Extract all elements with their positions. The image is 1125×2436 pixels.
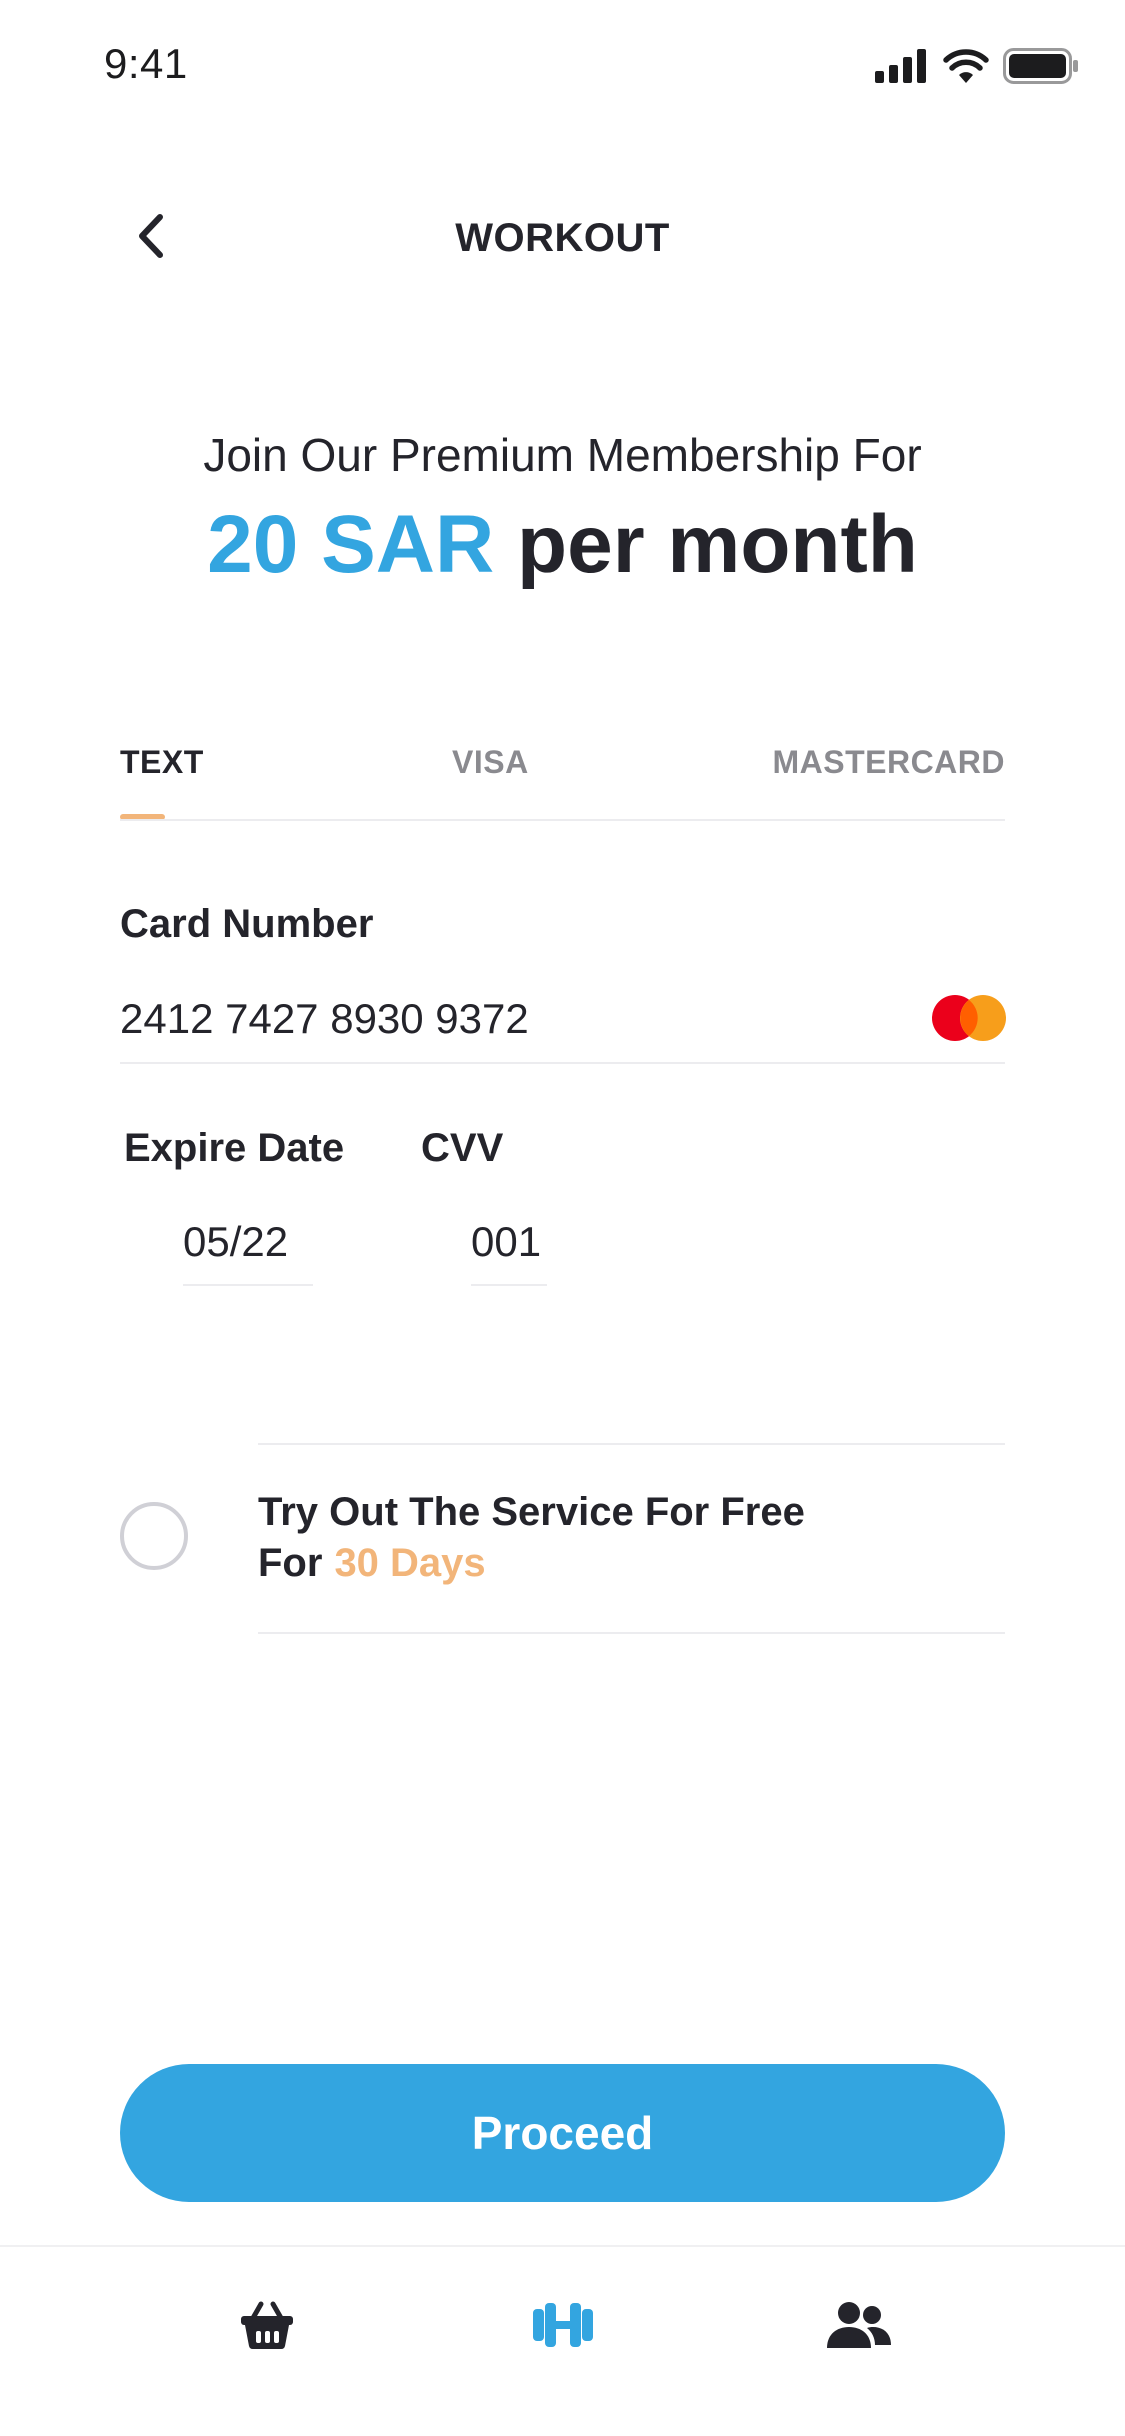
cvv-label: CVV [421, 1126, 504, 1170]
expire-date-field[interactable]: 05/22 [183, 1218, 313, 1266]
nav-item-shop[interactable] [227, 2290, 307, 2360]
bottom-nav-divider [0, 2245, 1125, 2247]
cvv-field[interactable]: 001 [471, 1218, 547, 1266]
tabs-divider [120, 819, 1005, 821]
nav-item-community[interactable] [818, 2290, 898, 2360]
tab-text[interactable]: TEXT [120, 744, 204, 781]
dumbbell-icon [533, 2303, 593, 2347]
trial-prefix: For [258, 1541, 323, 1585]
status-time: 9:41 [104, 40, 188, 87]
trial-bottom-divider [258, 1632, 1005, 1634]
price-amount: 20 SAR [207, 499, 495, 590]
cvv-underline [471, 1284, 547, 1286]
trial-text-line1: Try Out The Service For Free [258, 1490, 805, 1534]
page-title: WORKOUT [455, 216, 670, 260]
cellular-signal-icon [875, 49, 926, 83]
membership-intro: Join Our Premium Membership For [203, 429, 922, 481]
expire-date-label: Expire Date [124, 1126, 345, 1170]
mastercard-logo-icon [932, 995, 1006, 1041]
proceed-button[interactable]: Proceed [120, 2064, 1005, 2202]
payment-method-tabs: TEXT VISA MASTERCARD [120, 744, 1005, 822]
nav-item-workout[interactable] [523, 2290, 603, 2360]
users-icon [827, 2302, 891, 2348]
free-trial-radio[interactable] [120, 1502, 188, 1570]
expire-date-underline [183, 1284, 313, 1286]
status-icons [875, 48, 1079, 84]
card-number-field[interactable]: 2412 7427 8930 9372 [120, 995, 920, 1043]
membership-price: 20 SAR per month [0, 498, 1125, 592]
tab-mastercard[interactable]: MASTERCARD [772, 744, 1005, 781]
card-number-label: Card Number [120, 902, 374, 946]
trial-text-line2: For 30 Days [258, 1541, 486, 1586]
card-number-divider [120, 1062, 1005, 1064]
tab-visa[interactable]: VISA [452, 744, 529, 781]
price-period: per month [517, 499, 918, 590]
shopping-basket-icon [241, 2301, 293, 2350]
battery-icon [1003, 48, 1078, 84]
wifi-icon [943, 49, 989, 83]
trial-days: 30 Days [334, 1541, 486, 1585]
trial-top-divider [258, 1443, 1005, 1445]
